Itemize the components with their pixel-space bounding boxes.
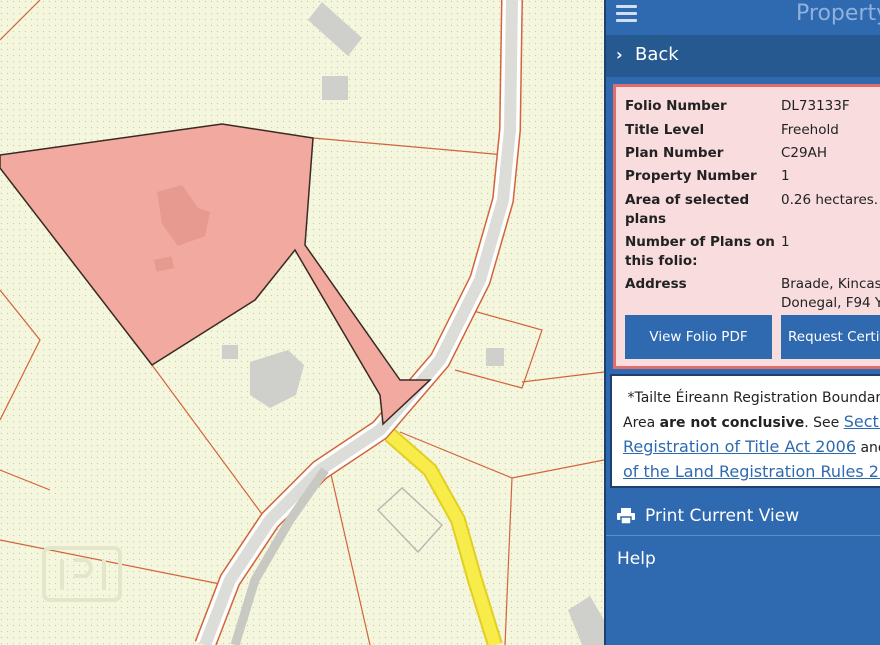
land-registration-rules-link[interactable]: of the Land Registration Rules 20 (623, 462, 880, 481)
notice-line-3: Registration of Title Act 2006 and (623, 435, 880, 460)
hamburger-icon[interactable] (616, 3, 638, 25)
map-canvas[interactable] (0, 0, 604, 645)
request-certificate-button[interactable]: Request Certifi (781, 315, 880, 359)
chevron-right-icon: › (616, 45, 623, 64)
folio-value: 1 (781, 168, 790, 184)
folio-label: Plan Number (625, 145, 724, 161)
registration-act-link[interactable]: Registration of Title Act 2006 (623, 437, 856, 456)
help-label: Help (617, 549, 656, 569)
print-current-view-button[interactable]: Print Current View (606, 496, 880, 536)
folio-value: C29AH (781, 145, 827, 161)
folio-info-box: Folio Number DL73133F Title Level Freeho… (613, 84, 880, 369)
folio-value-line2: Donegal, F94 YX (781, 295, 880, 311)
folio-label: Number of Plans on this folio: (625, 234, 775, 269)
folio-value: Freehold (781, 122, 839, 138)
folio-value: DL73133F (781, 98, 850, 114)
folio-value: 1 (781, 234, 790, 250)
notice-bold-text: are not conclusive (659, 415, 805, 431)
notice-line-4: of the Land Registration Rules 20 (623, 460, 880, 485)
notice-text: . See (804, 415, 844, 431)
printer-icon (617, 508, 635, 524)
back-label: Back (635, 44, 679, 65)
notice-text: and (860, 440, 880, 456)
folio-label: Area of selected plans (625, 192, 750, 227)
print-label: Print Current View (645, 506, 800, 526)
panel-header: Property (606, 0, 880, 32)
folio-label: Title Level (625, 122, 705, 138)
notice-text: Area (623, 415, 660, 431)
notice-line-2: Area are not conclusive. See Section (623, 410, 880, 435)
section-link[interactable]: Section (844, 412, 880, 431)
property-panel: Property › Back Folio Number DL73133F Ti… (604, 0, 880, 645)
help-menu-item[interactable]: Help (606, 540, 880, 580)
notice-line-1: *Tailte Éireann Registration Boundarie (623, 386, 880, 410)
back-button[interactable]: › Back (606, 35, 880, 77)
folio-label: Address (625, 276, 687, 292)
folio-value: 0.26 hectares. (781, 192, 879, 208)
folio-label: Property Number (625, 168, 757, 184)
map-view[interactable] (0, 0, 604, 645)
folio-value: Braade, Kincass (781, 276, 880, 292)
notice-text: *Tailte Éireann Registration Boundarie (627, 390, 880, 406)
panel-title: Property (796, 1, 880, 26)
registration-notice: *Tailte Éireann Registration Boundarie A… (610, 374, 880, 488)
folio-label: Folio Number (625, 98, 727, 114)
view-folio-pdf-button[interactable]: View Folio PDF (625, 315, 772, 359)
